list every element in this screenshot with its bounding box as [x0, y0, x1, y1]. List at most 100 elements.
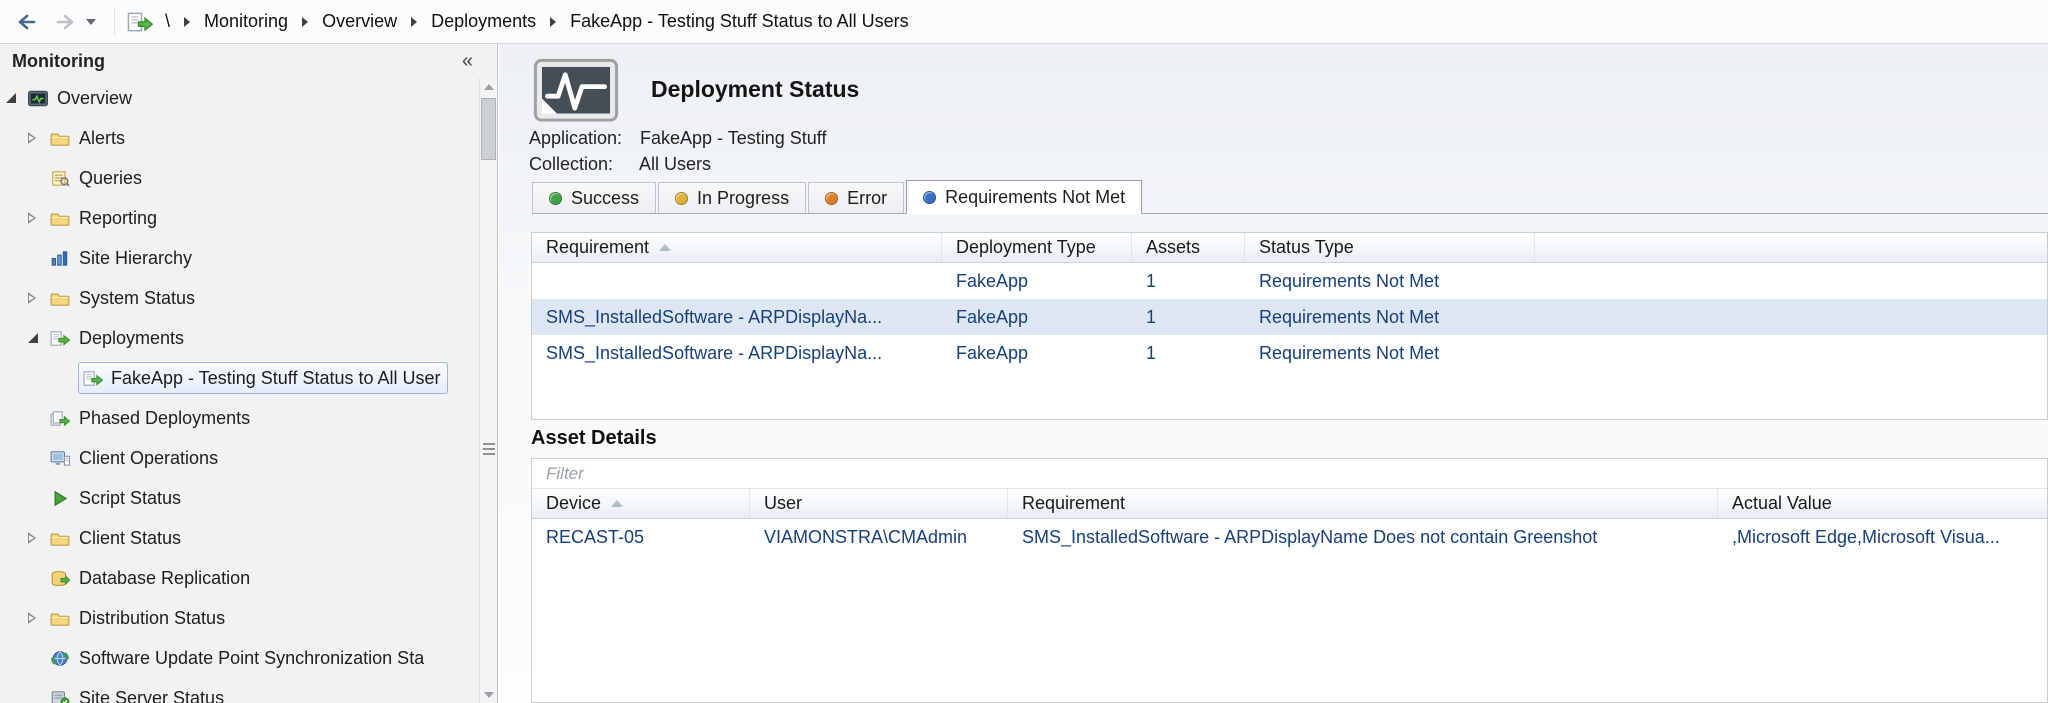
tab-label: Error [847, 188, 887, 209]
in-progress-status-dot-icon [675, 192, 688, 205]
sidebar-item-label: Client Operations [79, 448, 218, 469]
breadcrumb-separator-icon[interactable] [302, 17, 308, 27]
sidebar-item-queries[interactable]: Queries [0, 158, 479, 198]
sidebar-item-system-status[interactable]: System Status [0, 278, 479, 318]
grid-body: FakeApp 1 Requirements Not Met SMS_Insta… [532, 263, 2047, 371]
folder-icon [50, 610, 70, 627]
sidebar-item-overview[interactable]: Overview [0, 78, 479, 118]
filter-input[interactable]: Filter [532, 459, 2047, 489]
table-row-selected[interactable]: SMS_InstalledSoftware - ARPDisplayNa... … [532, 299, 2047, 335]
column-header-deployment-type[interactable]: Deployment Type [942, 233, 1132, 262]
breadcrumb-item-current[interactable]: FakeApp - Testing Stuff Status to All Us… [570, 11, 909, 32]
column-header-filler [1535, 233, 2047, 262]
column-header-user[interactable]: User [750, 489, 1008, 518]
cell-deployment-type: FakeApp [942, 271, 1132, 292]
column-header-device[interactable]: Device [532, 489, 750, 518]
expand-collapsed-icon[interactable] [28, 611, 50, 625]
page-title: Deployment Status [651, 76, 859, 103]
sort-ascending-icon [611, 500, 623, 507]
breadcrumb-bar: \ Monitoring Overview Deployments FakeAp… [0, 0, 2048, 44]
grid-header-row: Requirement Deployment Type Assets Statu… [532, 233, 2047, 263]
scroll-down-icon[interactable] [480, 686, 497, 703]
cell-deployment-type: FakeApp [942, 343, 1132, 364]
back-button[interactable] [8, 6, 46, 38]
table-row[interactable]: RECAST-05 VIAMONSTRA\CMAdmin SMS_Install… [532, 519, 2047, 555]
collection-value: All Users [639, 154, 711, 174]
breadcrumb-item-overview[interactable]: Overview [322, 11, 397, 32]
tab-label: In Progress [697, 188, 789, 209]
sidebar-item-label: Reporting [79, 208, 157, 229]
sidebar-item-client-operations[interactable]: Client Operations [0, 438, 479, 478]
navigation-tree: Overview Alerts Queries Reporting Site H… [0, 78, 479, 703]
deployment-breadcrumb-icon [127, 11, 153, 33]
breadcrumb-root[interactable]: \ [165, 11, 170, 32]
success-status-dot-icon [549, 192, 562, 205]
collapse-pane-button[interactable]: « [462, 50, 473, 73]
expand-expanded-icon[interactable] [6, 93, 28, 103]
expand-collapsed-icon[interactable] [28, 291, 50, 305]
breadcrumb-item-deployments[interactable]: Deployments [431, 11, 536, 32]
sidebar-item-fakeapp-deployment[interactable]: FakeApp - Testing Stuff Status to All Us… [0, 358, 479, 398]
sidebar-item-site-hierarchy[interactable]: Site Hierarchy [0, 238, 479, 278]
cell-requirement: SMS_InstalledSoftware - ARPDisplayNa... [532, 307, 942, 328]
client-operations-icon [50, 450, 70, 467]
expand-collapsed-icon[interactable] [28, 211, 50, 225]
sidebar-item-label: Site Hierarchy [79, 248, 192, 269]
column-header-requirement[interactable]: Requirement [532, 233, 942, 262]
column-header-assets[interactable]: Assets [1132, 233, 1245, 262]
sidebar-item-database-replication[interactable]: Database Replication [0, 558, 479, 598]
collection-line: Collection: All Users [529, 154, 711, 175]
tab-requirements-not-met[interactable]: Requirements Not Met [906, 180, 1142, 214]
grid-header-row: Device User Requirement Actual Value [532, 489, 2047, 519]
expand-expanded-icon[interactable] [28, 333, 50, 343]
asset-details-title: Asset Details [531, 427, 657, 450]
cell-deployment-type: FakeApp [942, 307, 1132, 328]
sidebar-item-label: Deployments [79, 328, 184, 349]
scrollbar-thumb[interactable] [481, 98, 496, 160]
breadcrumb-separator-icon[interactable] [184, 17, 190, 27]
sidebar-item-script-status[interactable]: Script Status [0, 478, 479, 518]
sidebar-item-label: Client Status [79, 528, 181, 549]
splitter-grip[interactable] [483, 443, 495, 455]
sidebar-item-alerts[interactable]: Alerts [0, 118, 479, 158]
breadcrumb-separator-icon[interactable] [550, 17, 556, 27]
table-row[interactable]: FakeApp 1 Requirements Not Met [532, 263, 2047, 299]
forward-arrow-icon [53, 13, 77, 31]
error-status-dot-icon [825, 192, 838, 205]
sidebar-item-phased-deployments[interactable]: Phased Deployments [0, 398, 479, 438]
scroll-up-icon[interactable] [480, 78, 497, 95]
history-dropdown-icon[interactable] [86, 19, 96, 25]
expand-collapsed-icon[interactable] [28, 131, 50, 145]
sidebar-item-label: FakeApp - Testing Stuff Status to All Us… [111, 368, 441, 389]
breadcrumb-item-monitoring[interactable]: Monitoring [204, 11, 288, 32]
tab-in-progress[interactable]: In Progress [658, 182, 806, 213]
database-replication-icon [50, 570, 70, 587]
forward-button[interactable] [46, 6, 84, 38]
breadcrumb-separator-icon[interactable] [411, 17, 417, 27]
selected-tree-item[interactable]: FakeApp - Testing Stuff Status to All Us… [78, 362, 448, 394]
tab-error[interactable]: Error [808, 182, 904, 213]
sidebar-item-deployments[interactable]: Deployments [0, 318, 479, 358]
sidebar-scrollbar[interactable] [479, 78, 497, 703]
sidebar-item-client-status[interactable]: Client Status [0, 518, 479, 558]
sidebar-item-sup-synchronization[interactable]: Software Update Point Synchronization St… [0, 638, 479, 678]
application-label: Application: [529, 128, 635, 149]
server-icon [50, 690, 70, 703]
cell-assets: 1 [1132, 307, 1245, 328]
back-arrow-icon [15, 13, 39, 31]
sidebar-item-distribution-status[interactable]: Distribution Status [0, 598, 479, 638]
cell-device: RECAST-05 [532, 527, 750, 548]
sidebar-item-site-server-status[interactable]: Site Server Status [0, 678, 479, 703]
sort-ascending-icon [659, 244, 671, 251]
cell-requirement: SMS_InstalledSoftware - ARPDisplayNa... [532, 343, 942, 364]
column-header-status-type[interactable]: Status Type [1245, 233, 1535, 262]
column-header-actual-value[interactable]: Actual Value [1718, 489, 2047, 518]
tab-success[interactable]: Success [532, 182, 656, 213]
table-row[interactable]: SMS_InstalledSoftware - ARPDisplayNa... … [532, 335, 2047, 371]
column-header-requirement[interactable]: Requirement [1008, 489, 1718, 518]
cell-requirement: SMS_InstalledSoftware - ARPDisplayName D… [1008, 527, 1718, 548]
expand-collapsed-icon[interactable] [28, 531, 50, 545]
application-line: Application: FakeApp - Testing Stuff [529, 128, 826, 149]
sidebar-item-label: Script Status [79, 488, 181, 509]
sidebar-item-reporting[interactable]: Reporting [0, 198, 479, 238]
